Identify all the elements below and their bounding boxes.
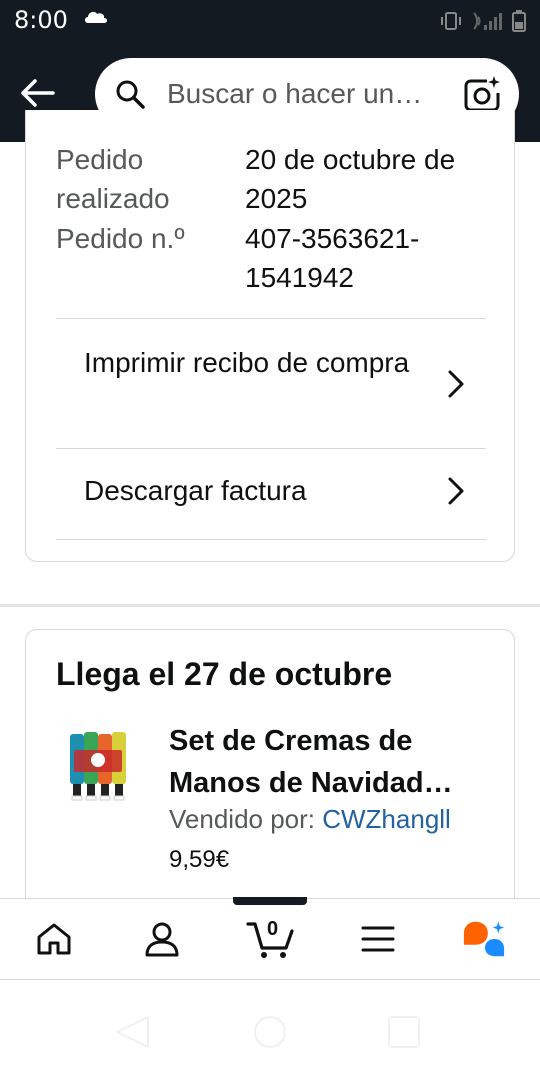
- nav-rufus[interactable]: [462, 917, 506, 961]
- product-image[interactable]: [66, 730, 138, 806]
- order-date-value: 20 de octubre de 2025: [245, 144, 456, 214]
- account-icon: [145, 922, 179, 957]
- seller-info: Vendido por: CWZhangll: [169, 804, 451, 835]
- nav-home[interactable]: [32, 917, 76, 961]
- menu-icon: [361, 926, 395, 952]
- print-receipt-label: Imprimir recibo de compra: [84, 347, 410, 378]
- cart-count-badge: 0: [267, 918, 279, 940]
- system-home-icon[interactable]: [252, 1014, 288, 1050]
- system-back-icon[interactable]: [112, 1014, 152, 1050]
- battery-icon: [512, 10, 526, 32]
- order-date-label: Pedido realizado: [56, 144, 170, 214]
- vibrate-icon: [441, 12, 461, 30]
- product-price: 9,59€: [169, 846, 230, 873]
- seller-link[interactable]: CWZhangll: [322, 804, 451, 834]
- active-tab-indicator: [233, 897, 307, 905]
- download-invoice-label: Descargar factura: [84, 475, 307, 506]
- order-number-label: Pedido n.º: [56, 223, 185, 254]
- system-nav: [0, 980, 540, 1080]
- divider: [56, 539, 486, 540]
- product-title-link[interactable]: Set de Cremas de Manos de Navidad…: [169, 720, 489, 804]
- status-time: 8:00: [14, 6, 68, 34]
- home-icon: [37, 923, 71, 955]
- order-number-row: Pedido n.º 407-3563621-1541942: [56, 219, 419, 293]
- rufus-icon: [463, 921, 505, 957]
- delivery-date-title: Llega el 27 de octubre: [56, 656, 393, 692]
- status-icons: [440, 10, 526, 32]
- system-recents-icon[interactable]: [386, 1014, 422, 1050]
- order-number-value: 407-3563621-1541942: [245, 223, 420, 293]
- print-receipt-row[interactable]: Imprimir recibo de compra: [56, 319, 486, 449]
- chevron-right-icon: [448, 477, 464, 505]
- seller-prefix: Vendido por:: [169, 804, 323, 834]
- chevron-right-icon: [448, 370, 464, 398]
- status-bar: 8:00: [0, 0, 540, 42]
- download-invoice-row[interactable]: Descargar factura: [56, 449, 486, 539]
- delivery-card: Llega el 27 de octubre Set de Cremas de …: [25, 629, 515, 919]
- signal-icon: [473, 12, 502, 30]
- nav-menu[interactable]: [356, 917, 400, 961]
- cloud-icon: [85, 11, 107, 23]
- search-input[interactable]: Buscar o hacer un…: [167, 78, 447, 110]
- search-icon: [116, 80, 145, 109]
- camera-sparkle-icon[interactable]: [463, 75, 501, 113]
- section-separator: [0, 604, 540, 607]
- back-arrow-icon: [21, 79, 55, 107]
- order-info-card: Pedido realizado 20 de octubre de 2025 P…: [25, 110, 515, 562]
- order-date-row: Pedido realizado 20 de octubre de 2025: [56, 140, 455, 218]
- nav-account[interactable]: [140, 917, 184, 961]
